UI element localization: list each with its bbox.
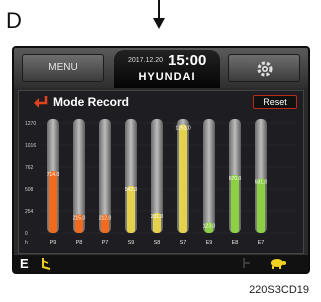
bar-track bbox=[203, 119, 215, 233]
y-tick-label: 508 bbox=[25, 187, 34, 193]
panel-header: Mode Record Reset bbox=[19, 91, 303, 113]
y-unit-label: h bbox=[25, 240, 28, 246]
data-label: 542.0 bbox=[125, 187, 138, 193]
back-arrow-icon[interactable] bbox=[33, 95, 49, 109]
x-tick-label: S9 bbox=[128, 240, 135, 246]
warning-icon bbox=[243, 258, 250, 268]
data-label: 631.0 bbox=[255, 179, 268, 185]
turtle-icon bbox=[271, 259, 286, 269]
figure-caption: 220S3CD19 bbox=[249, 284, 309, 296]
x-tick-label: S7 bbox=[180, 240, 187, 246]
mode-record-panel: Mode Record Reset 1270 1016 762 508 254 0 h 714… bbox=[18, 90, 304, 254]
bottom-status-bar: E bbox=[14, 254, 308, 272]
x-tick-label: P7 bbox=[102, 240, 109, 246]
figure-label: D bbox=[6, 8, 22, 33]
top-bar: MENU 2017.12.20 15:00 HYUNDAI bbox=[14, 48, 308, 88]
data-bar bbox=[127, 186, 135, 233]
data-label: 123.0 bbox=[203, 223, 216, 229]
x-tick-label: P9 bbox=[50, 240, 57, 246]
settings-button[interactable] bbox=[228, 54, 300, 82]
data-label: 670.0 bbox=[229, 176, 242, 182]
x-tick-label: S8 bbox=[154, 240, 161, 246]
data-label: 714.0 bbox=[47, 172, 60, 178]
reset-button[interactable]: Reset bbox=[253, 95, 297, 109]
x-tick-label: E7 bbox=[258, 240, 265, 246]
date-display: 2017.12.20 bbox=[128, 57, 164, 64]
clock-brand-panel: 2017.12.20 15:00 HYUNDAI bbox=[114, 50, 220, 88]
data-label: 215.0 bbox=[73, 215, 86, 221]
down-arrow-icon bbox=[153, 0, 165, 29]
data-label: 1251.0 bbox=[175, 126, 191, 132]
menu-button[interactable]: MENU bbox=[22, 54, 104, 82]
y-tick-label: 762 bbox=[25, 165, 34, 171]
display-screen: MENU 2017.12.20 15:00 HYUNDAI Mode Recor… bbox=[12, 46, 310, 274]
data-bar bbox=[49, 171, 57, 233]
mode-indicator: E bbox=[20, 256, 29, 271]
x-tick-label: E8 bbox=[232, 240, 239, 246]
data-bar bbox=[257, 178, 265, 233]
data-bar bbox=[179, 124, 187, 233]
y-tick-label: 1270 bbox=[25, 121, 36, 127]
brand-logo: HYUNDAI bbox=[138, 71, 196, 83]
y-tick-label: 1016 bbox=[25, 143, 36, 149]
gear-icon bbox=[257, 61, 273, 77]
x-tick-label: E9 bbox=[206, 240, 213, 246]
travel-speed-icon bbox=[42, 258, 51, 270]
time-display: 15:00 bbox=[168, 52, 207, 69]
data-label: 231.0 bbox=[151, 214, 164, 220]
page-title: Mode Record bbox=[53, 95, 130, 109]
y-tick-label: 254 bbox=[25, 209, 34, 215]
x-tick-label: P8 bbox=[76, 240, 83, 246]
y-tick-label: 0 bbox=[25, 231, 28, 237]
data-label: 212.0 bbox=[99, 216, 112, 222]
mode-record-chart: 1270 1016 762 508 254 0 h 714.0 P9 215.0 P8 212.0 P7… bbox=[25, 119, 297, 246]
data-bar bbox=[231, 174, 239, 233]
